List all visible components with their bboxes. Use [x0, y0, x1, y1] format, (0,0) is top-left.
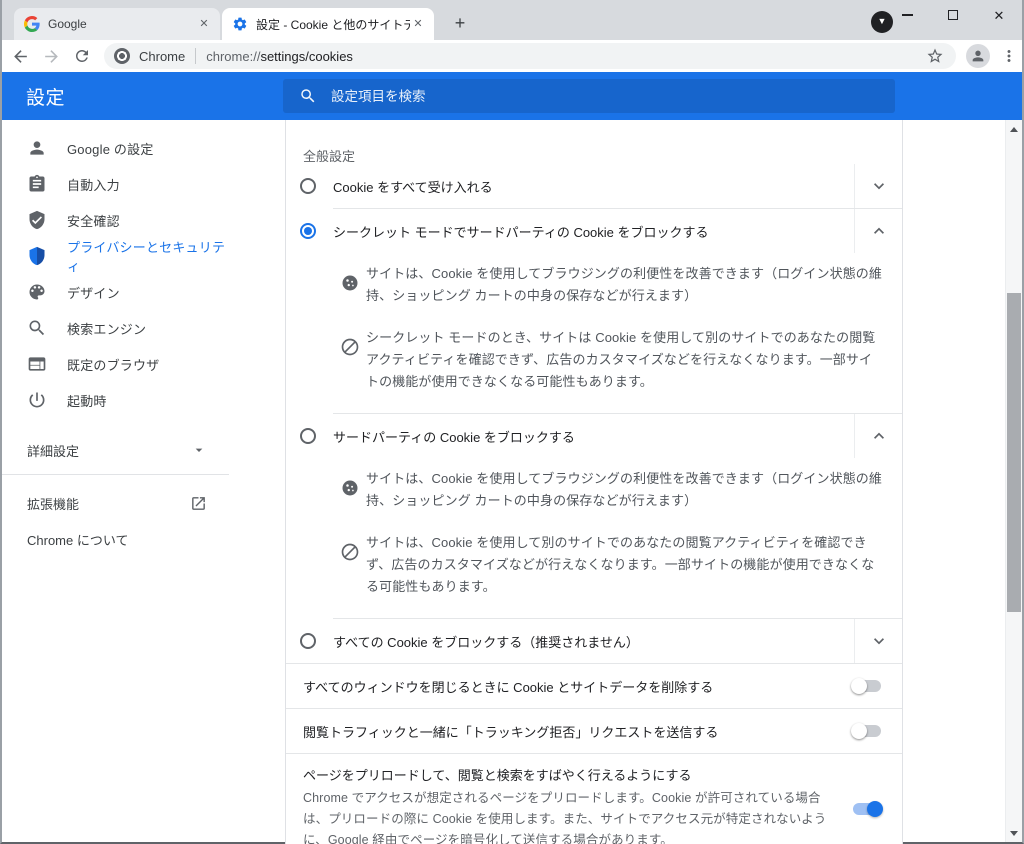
power-icon [27, 390, 47, 410]
settings-gear-icon [232, 16, 248, 32]
maximize-button[interactable] [930, 0, 976, 30]
option-details: サイトは、Cookie を使用してブラウジングの利便性を改善できます（ログイン状… [286, 458, 902, 618]
reload-icon[interactable] [69, 43, 95, 69]
scroll-down-button[interactable] [1006, 825, 1022, 841]
cookies-settings-card: 全般設定 Cookie をすべて受け入れる シークレット モードでサードパーティ… [285, 120, 903, 844]
section-title: 全般設定 [286, 120, 902, 164]
sidebar-item-on-startup[interactable]: 起動時 [2, 382, 229, 418]
detail-item: サイトは、Cookie を使用してブラウジングの利便性を改善できます（ログイン状… [286, 253, 902, 317]
sidebar-item-safety-check[interactable]: 安全確認 [2, 202, 229, 238]
detail-item: サイトは、Cookie を使用してブラウジングの利便性を改善できます（ログイン状… [286, 458, 902, 522]
sidebar-item-google-settings[interactable]: Google の設定 [2, 130, 229, 166]
new-tab-button[interactable]: + [448, 12, 472, 36]
sidebar-item-default-browser[interactable]: 既定のブラウザ [2, 346, 229, 382]
caret-down-icon [191, 442, 207, 458]
chevron-up-icon [869, 426, 889, 446]
option-block-third-party-incognito[interactable]: シークレット モードでサードパーティの Cookie をブロックする [286, 209, 902, 253]
cookie-icon [340, 478, 360, 498]
sidebar-item-autofill[interactable]: 自動入力 [2, 166, 229, 202]
palette-icon [27, 282, 47, 302]
privacy-shield-icon [27, 246, 47, 266]
chevron-up-icon [869, 221, 889, 241]
tab-close-icon[interactable]: ✕ [196, 16, 212, 32]
toggle-off-switch[interactable] [853, 725, 881, 737]
chevron-down-icon [869, 176, 889, 196]
radio-unselected-icon[interactable] [300, 428, 316, 444]
tab-settings-cookies[interactable]: 設定 - Cookie と他のサイトデータ ✕ [222, 8, 434, 40]
toggle-do-not-track[interactable]: 閲覧トラフィックと一緒に「トラッキング拒否」リクエストを送信する [286, 709, 902, 753]
option-block-all-cookies[interactable]: すべての Cookie をブロックする（推奨されません） [286, 619, 902, 663]
settings-sidebar: Google の設定 自動入力 安全確認 プライバシーとセキュリティ デザイン … [2, 120, 229, 842]
tab-close-icon[interactable]: ✕ [410, 16, 426, 32]
tab-strip: Google ✕ 設定 - Cookie と他のサイトデータ ✕ + ▼ ✕ [2, 0, 1022, 40]
chrome-logo-icon [114, 48, 130, 64]
option-details: サイトは、Cookie を使用してブラウジングの利便性を改善できます（ログイン状… [286, 253, 902, 413]
minimize-button[interactable] [884, 0, 930, 30]
open-in-new-icon [190, 495, 207, 512]
cookie-icon [340, 273, 360, 293]
window-controls: ✕ [884, 0, 1022, 30]
sidebar-item-privacy-security[interactable]: プライバシーとセキュリティ [2, 238, 229, 274]
browser-window-icon [27, 354, 47, 374]
sidebar-item-search-engine[interactable]: 検索エンジン [2, 310, 229, 346]
search-icon [27, 318, 47, 338]
clipboard-icon [27, 174, 47, 194]
option-block-third-party[interactable]: サードパーティの Cookie をブロックする [286, 414, 902, 458]
bookmark-star-icon[interactable] [926, 47, 944, 65]
settings-header: 設定 [2, 72, 1022, 120]
profile-avatar[interactable] [966, 44, 990, 68]
radio-unselected-icon[interactable] [300, 633, 316, 649]
page-title: 設定 [26, 83, 65, 110]
sidebar-item-about-chrome[interactable]: Chrome について [2, 521, 229, 557]
toggle-off-switch[interactable] [853, 680, 881, 692]
radio-selected-icon[interactable] [300, 223, 316, 239]
shield-check-icon [27, 210, 47, 230]
collapse-button[interactable] [854, 209, 902, 253]
detail-item: サイトは、Cookie を使用して別のサイトでのあなたの閲覧アクティビティを確認… [286, 522, 902, 608]
option-accept-all-cookies[interactable]: Cookie をすべて受け入れる [286, 164, 902, 208]
expand-button[interactable] [854, 619, 902, 663]
detail-item: シークレット モードのとき、サイトは Cookie を使用して別のサイトでのあな… [286, 317, 902, 403]
browser-toolbar: Chrome chrome://settings/cookies [2, 40, 1022, 72]
scroll-up-button[interactable] [1006, 121, 1022, 137]
scrollbar-thumb[interactable] [1007, 293, 1021, 612]
site-label: Chrome [139, 49, 185, 64]
settings-search-input[interactable] [331, 89, 883, 104]
settings-page: Google の設定 自動入力 安全確認 プライバシーとセキュリティ デザイン … [2, 120, 1022, 842]
address-bar[interactable]: Chrome chrome://settings/cookies [104, 43, 956, 69]
tab-title: Google [48, 17, 196, 31]
toggle-on-switch[interactable] [853, 803, 881, 815]
block-icon [340, 542, 360, 562]
url-text[interactable]: chrome://settings/cookies [206, 49, 926, 64]
sidebar-item-extensions[interactable]: 拡張機能 [2, 485, 229, 521]
google-g-icon [24, 16, 40, 32]
back-icon[interactable] [7, 43, 33, 69]
tab-google[interactable]: Google ✕ [14, 8, 220, 40]
expand-button[interactable] [854, 164, 902, 208]
toggle-preload-pages[interactable]: ページをプリロードして、閲覧と検索をすばやく行えるようにする Chrome でア… [286, 754, 902, 844]
radio-unselected-icon[interactable] [300, 178, 316, 194]
sidebar-advanced-toggle[interactable]: 詳細設定 [2, 432, 229, 468]
block-icon [340, 337, 360, 357]
toggle-clear-on-exit[interactable]: すべてのウィンドウを閉じるときに Cookie とサイトデータを削除する [286, 664, 902, 708]
tab-title: 設定 - Cookie と他のサイトデータ [256, 16, 410, 33]
more-vert-icon[interactable] [997, 44, 1021, 68]
chevron-down-icon [869, 631, 889, 651]
page-scrollbar[interactable] [1005, 120, 1022, 842]
close-button[interactable]: ✕ [976, 0, 1022, 30]
settings-search-box[interactable] [283, 79, 895, 113]
collapse-button[interactable] [854, 414, 902, 458]
sidebar-item-appearance[interactable]: デザイン [2, 274, 229, 310]
forward-icon[interactable] [38, 43, 64, 69]
omnibox-separator [195, 48, 196, 64]
person-icon [27, 138, 47, 158]
sidebar-divider [2, 474, 229, 475]
search-icon [299, 87, 317, 105]
